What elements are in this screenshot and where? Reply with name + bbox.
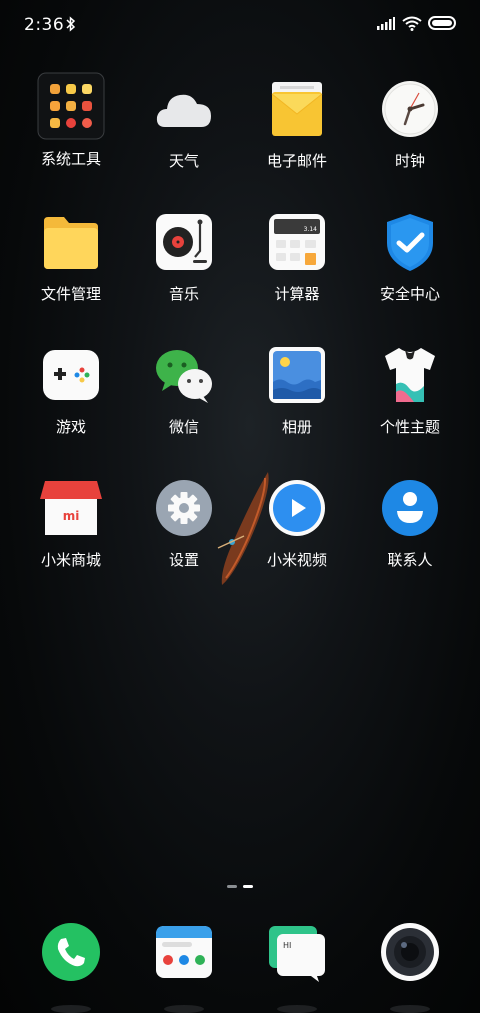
app-label: 个性主题 bbox=[379, 418, 440, 436]
clock-icon bbox=[381, 80, 439, 138]
folder-icon bbox=[37, 72, 105, 140]
app-system-tools[interactable]: 系统工具 bbox=[16, 72, 126, 169]
app-contacts[interactable]: 联系人 bbox=[355, 479, 465, 570]
gamepad-icon bbox=[42, 346, 100, 404]
messages-icon: HI bbox=[269, 926, 325, 982]
mail-icon bbox=[268, 80, 326, 138]
app-label: 音乐 bbox=[168, 285, 199, 303]
app-gallery[interactable]: 相册 bbox=[242, 346, 352, 437]
dock-camera[interactable] bbox=[380, 922, 440, 982]
cloud-icon bbox=[155, 80, 213, 138]
gallery-icon bbox=[268, 346, 326, 404]
browser-icon bbox=[156, 926, 212, 978]
app-mi-store[interactable]: mi 小米商城 bbox=[16, 479, 126, 570]
gear-icon bbox=[155, 479, 213, 537]
app-label: 相册 bbox=[281, 418, 312, 436]
app-label: 天气 bbox=[168, 152, 199, 170]
phone-icon bbox=[42, 923, 100, 981]
app-clock[interactable]: 时钟 bbox=[355, 80, 465, 171]
store-logo: mi bbox=[63, 509, 80, 523]
app-label: 电子邮件 bbox=[266, 152, 327, 170]
app-label: 小米商城 bbox=[40, 551, 101, 569]
tshirt-icon bbox=[381, 346, 439, 404]
app-label: 时钟 bbox=[394, 152, 425, 170]
dock-browser[interactable] bbox=[154, 922, 214, 982]
messages-icon-text: HI bbox=[283, 941, 291, 950]
app-email[interactable]: 电子邮件 bbox=[242, 80, 352, 171]
bluetooth-icon bbox=[66, 16, 76, 32]
app-label: 系统工具 bbox=[40, 150, 101, 168]
app-weather[interactable]: 天气 bbox=[129, 80, 239, 171]
shield-icon bbox=[381, 213, 439, 271]
signal-icon bbox=[377, 17, 395, 30]
dock-reflection bbox=[390, 1005, 430, 1013]
dock-phone[interactable] bbox=[41, 922, 101, 982]
calculator-display: 3.14 bbox=[304, 226, 318, 233]
app-themes[interactable]: 个性主题 bbox=[355, 346, 465, 437]
wallpaper-boat bbox=[217, 472, 269, 585]
dock-reflection bbox=[277, 1005, 317, 1013]
folder-icon bbox=[42, 213, 100, 271]
app-calculator[interactable]: 3.14 计算器 bbox=[242, 213, 352, 304]
wifi-icon bbox=[402, 16, 422, 31]
app-label: 游戏 bbox=[55, 418, 86, 436]
calculator-icon: 3.14 bbox=[268, 213, 326, 271]
dock-messages[interactable]: HI bbox=[267, 922, 327, 982]
app-music[interactable]: 音乐 bbox=[129, 213, 239, 304]
page-dot-active[interactable] bbox=[243, 885, 253, 888]
dock-reflection bbox=[164, 1005, 204, 1013]
app-label: 安全中心 bbox=[379, 285, 440, 303]
app-label: 计算器 bbox=[274, 285, 320, 303]
app-wechat[interactable]: 微信 bbox=[129, 346, 239, 437]
app-security-center[interactable]: 安全中心 bbox=[355, 213, 465, 304]
person-icon bbox=[381, 479, 439, 537]
battery-icon bbox=[428, 16, 456, 30]
turntable-icon bbox=[155, 213, 213, 271]
app-file-manager[interactable]: 文件管理 bbox=[16, 213, 126, 304]
page-dot[interactable] bbox=[227, 885, 237, 888]
chat-icon bbox=[155, 346, 213, 404]
status-bar: 2:36 bbox=[0, 0, 480, 52]
app-label: 文件管理 bbox=[40, 285, 101, 303]
store-icon: mi bbox=[40, 479, 102, 537]
camera-icon bbox=[381, 923, 439, 981]
app-label: 联系人 bbox=[387, 551, 433, 569]
dock-reflection bbox=[51, 1005, 91, 1013]
status-time: 2:36 bbox=[24, 15, 65, 35]
app-games[interactable]: 游戏 bbox=[16, 346, 126, 437]
page-indicator[interactable] bbox=[0, 873, 480, 892]
app-label: 微信 bbox=[168, 418, 199, 436]
